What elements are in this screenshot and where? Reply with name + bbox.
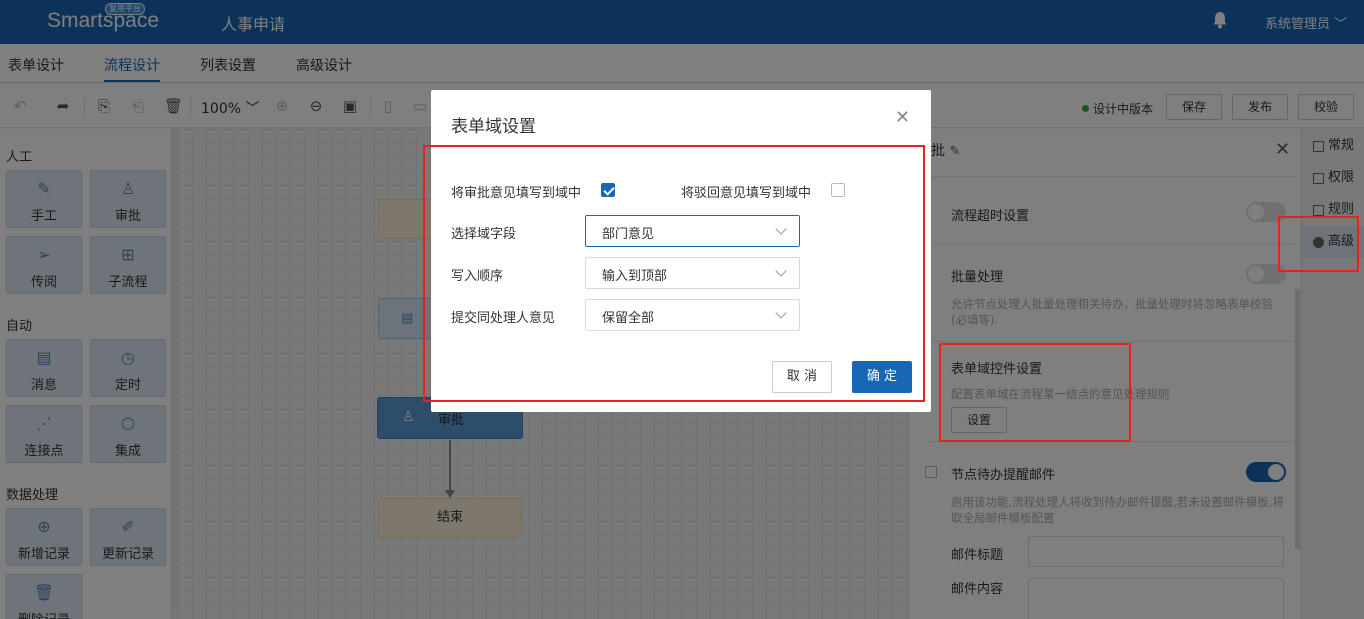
- highlight-box-advanced-tab: [1278, 216, 1359, 272]
- highlight-box-dialog-body: [423, 145, 925, 402]
- highlight-box-field-control: [939, 343, 1131, 442]
- dialog-title: 表单域设置: [451, 117, 536, 137]
- close-icon[interactable]: ✕: [895, 107, 910, 128]
